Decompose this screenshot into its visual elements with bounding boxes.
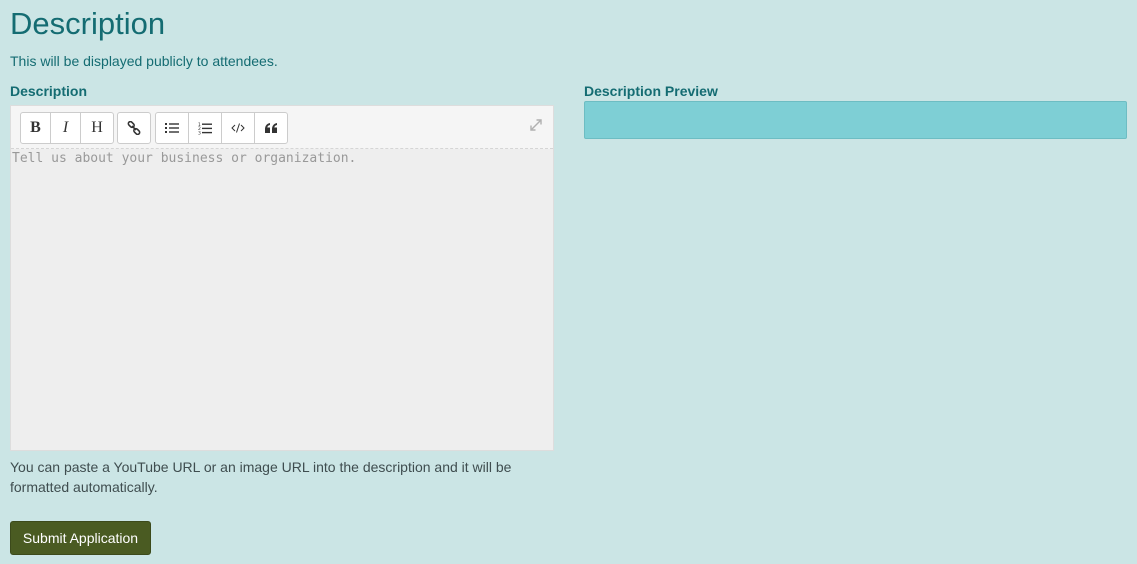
code-icon bbox=[231, 123, 245, 133]
bold-button[interactable]: B bbox=[21, 113, 51, 143]
ordered-list-icon: 1 2 3 bbox=[198, 122, 212, 135]
code-button[interactable] bbox=[222, 113, 255, 143]
link-icon bbox=[127, 121, 141, 135]
description-label: Description bbox=[10, 83, 88, 99]
link-button[interactable] bbox=[118, 113, 150, 143]
unordered-list-button[interactable] bbox=[156, 113, 189, 143]
markdown-editor: B I H 1 2 3 Tell us about your business … bbox=[10, 105, 554, 451]
heading-button[interactable]: H bbox=[81, 113, 113, 143]
quote-icon bbox=[264, 122, 277, 133]
fullscreen-icon[interactable] bbox=[528, 117, 544, 133]
page-subtitle: This will be displayed publicly to atten… bbox=[10, 53, 278, 69]
description-preview-box bbox=[584, 101, 1127, 139]
quote-button[interactable] bbox=[255, 113, 287, 143]
description-input[interactable] bbox=[11, 149, 553, 449]
submit-application-button[interactable]: Submit Application bbox=[10, 521, 151, 555]
description-preview-label: Description Preview bbox=[584, 83, 718, 99]
link-group bbox=[117, 112, 151, 144]
unordered-list-icon bbox=[165, 123, 179, 133]
ordered-list-button[interactable]: 1 2 3 bbox=[189, 113, 222, 143]
text-format-group: B I H bbox=[20, 112, 114, 144]
page-title: Description bbox=[10, 6, 166, 41]
italic-button[interactable]: I bbox=[51, 113, 81, 143]
editor-toolbar: B I H 1 2 3 bbox=[11, 106, 553, 149]
description-help-text: You can paste a YouTube URL or an image … bbox=[10, 459, 512, 495]
svg-text:3: 3 bbox=[198, 130, 201, 135]
editor-text-area bbox=[11, 149, 553, 449]
block-format-group: 1 2 3 bbox=[155, 112, 288, 144]
